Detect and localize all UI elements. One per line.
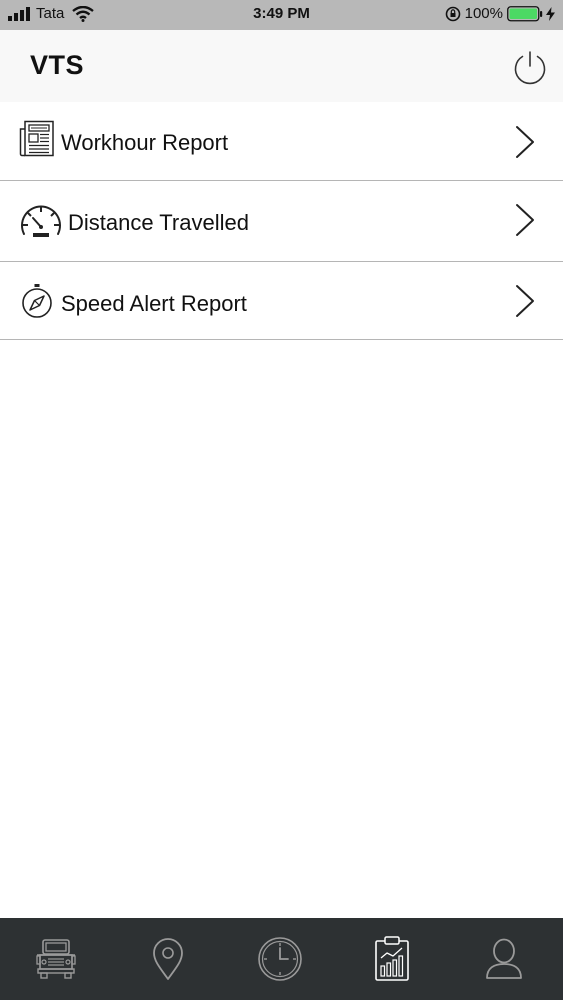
location-pin-icon xyxy=(153,938,183,980)
menu-item-label: Speed Alert Report xyxy=(61,291,247,316)
chevron-right-icon xyxy=(516,204,534,236)
chevron-right-icon xyxy=(516,126,534,158)
menu-item-distance-travelled[interactable]: Distance Travelled xyxy=(0,181,563,262)
menu-item-label: Workhour Report xyxy=(61,130,229,155)
chevron-right-icon xyxy=(516,285,534,317)
tab-location[interactable] xyxy=(112,918,224,1000)
charging-bolt-icon xyxy=(546,6,555,21)
speedometer-icon xyxy=(21,205,61,237)
status-bar: Tata 3:49 PM 100% xyxy=(0,0,563,30)
power-icon[interactable] xyxy=(511,48,549,86)
clock-icon xyxy=(258,937,302,981)
app-header: VTS xyxy=(0,30,563,102)
rotation-lock-icon xyxy=(445,6,460,21)
tab-history[interactable] xyxy=(224,918,336,1000)
status-right: 100% xyxy=(445,5,555,22)
menu-item-speed-alert-report[interactable]: Speed Alert Report xyxy=(0,262,563,340)
page-title: VTS xyxy=(30,50,85,80)
tab-reports[interactable] xyxy=(336,918,448,1000)
menu-item-label: Distance Travelled xyxy=(68,210,249,235)
tab-bar xyxy=(0,918,563,1000)
tab-profile[interactable] xyxy=(448,918,560,1000)
user-icon xyxy=(486,938,522,979)
tab-vehicles[interactable] xyxy=(0,918,112,1000)
report-clipboard-icon xyxy=(375,936,409,981)
newspaper-icon xyxy=(19,120,54,157)
menu-item-workhour-report[interactable]: Workhour Report xyxy=(0,102,563,181)
compass-icon xyxy=(22,284,52,318)
battery-percent: 100% xyxy=(464,5,503,22)
battery-icon xyxy=(507,5,543,21)
truck-icon xyxy=(36,939,76,979)
